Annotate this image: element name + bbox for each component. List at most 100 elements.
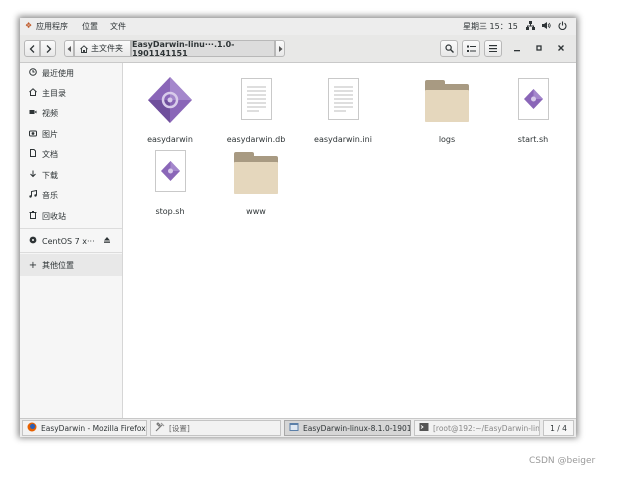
chevron-left-icon	[29, 44, 34, 53]
workspace-label: 1 / 4	[550, 423, 567, 433]
maximize-button[interactable]	[535, 44, 543, 54]
breadcrumb-home[interactable]: 主文件夹	[74, 40, 131, 57]
back-button[interactable]	[24, 40, 40, 57]
triangle-left-icon	[67, 45, 71, 52]
sidebar-item-label: 主目录	[42, 88, 66, 98]
camera-icon	[28, 129, 38, 139]
sidebar-item-videos[interactable]: 视频	[20, 103, 122, 123]
files-icon	[289, 422, 299, 434]
firefox-icon	[27, 422, 37, 434]
sidebar-divider	[20, 228, 122, 229]
plus-icon: +	[28, 259, 38, 271]
file-item[interactable]: stop.sh	[135, 147, 205, 222]
sidebar-item-label: 音乐	[42, 190, 58, 200]
files-menu[interactable]: 文件	[110, 21, 126, 32]
close-button[interactable]	[557, 44, 565, 54]
file-item[interactable]: easydarwin.ini	[308, 75, 378, 150]
window-list: EasyDarwin - Mozilla Firefox [设置] EasyDa…	[20, 418, 576, 437]
sidebar-item-label: CentOS 7 x···	[42, 236, 95, 246]
path-scroll-right-button[interactable]	[275, 40, 285, 57]
video-icon	[28, 108, 38, 118]
executable-icon	[148, 77, 192, 123]
clock-icon	[28, 68, 38, 78]
search-button[interactable]	[440, 40, 458, 57]
eject-icon[interactable]	[103, 236, 111, 246]
file-manager-window: ❖ 应用程序 位置 文件 星期三 15：15 主文件夹 EasyDarwin-l…	[20, 18, 576, 437]
file-name: www	[246, 207, 266, 216]
sidebar-item-trash[interactable]: 回收站	[20, 206, 122, 226]
file-item[interactable]: www	[221, 147, 291, 222]
file-item[interactable]: logs	[412, 75, 482, 150]
header-bar: 主文件夹 EasyDarwin-linu···.1.0-1901141151	[20, 35, 576, 63]
sidebar-divider	[20, 252, 122, 253]
applications-menu[interactable]: 应用程序	[36, 21, 68, 32]
sidebar: 最近使用 主目录 视频 图片 文档 下载 音乐 回收站 CentOS 7 x··…	[20, 63, 123, 418]
close-icon	[558, 45, 564, 51]
task-terminal[interactable]: [root@192:~/EasyDarwin-linux-···	[414, 420, 540, 436]
breadcrumb-home-label: 主文件夹	[91, 44, 123, 53]
breadcrumb-current[interactable]: EasyDarwin-linu···.1.0-1901141151	[131, 39, 275, 58]
file-name: stop.sh	[155, 207, 185, 216]
sidebar-item-label: 下载	[42, 170, 58, 180]
file-name: logs	[438, 135, 456, 144]
script-file-icon	[518, 78, 549, 120]
top-panel: ❖ 应用程序 位置 文件 星期三 15：15	[20, 18, 576, 36]
text-file-icon	[241, 78, 272, 120]
watermark: CSDN @beiger	[529, 456, 596, 466]
breadcrumb-current-label: EasyDarwin-linu···.1.0-1901141151	[132, 39, 235, 58]
folder-icon	[234, 150, 278, 194]
home-icon	[28, 88, 38, 98]
file-item[interactable]: easydarwin.db	[221, 75, 291, 150]
network-icon[interactable]	[526, 21, 535, 32]
task-settings[interactable]: [设置]	[150, 420, 281, 436]
sidebar-item-label: 图片	[42, 129, 58, 139]
view-options-button[interactable]	[462, 40, 480, 57]
sidebar-item-label: 回收站	[42, 211, 66, 221]
minimize-button[interactable]	[513, 44, 521, 54]
sidebar-item-other-locations[interactable]: + 其他位置	[20, 254, 122, 276]
home-icon	[80, 44, 88, 53]
task-label: [root@192:~/EasyDarwin-linux-···	[433, 423, 540, 433]
path-scroll-left-button[interactable]	[64, 40, 74, 57]
sidebar-item-label: 视频	[42, 108, 58, 118]
volume-icon[interactable]	[542, 21, 551, 32]
file-item[interactable]: easydarwin	[135, 75, 205, 150]
sidebar-item-centos-disc[interactable]: CentOS 7 x···	[20, 231, 122, 251]
file-name: easydarwin.ini	[314, 135, 372, 144]
task-label: EasyDarwin-linux-8.1.0-190114···	[303, 423, 410, 433]
text-file-icon	[328, 78, 359, 120]
sidebar-item-label: 最近使用	[42, 68, 74, 78]
file-view: easydarwin easydarwin.db easydarwin.ini …	[123, 63, 576, 418]
settings-icon	[155, 422, 165, 434]
sidebar-item-downloads[interactable]: 下载	[20, 165, 122, 185]
file-name: easydarwin	[147, 135, 193, 144]
file-item[interactable]: start.sh	[498, 75, 568, 150]
chevron-right-icon	[46, 44, 51, 53]
trash-icon	[28, 211, 38, 221]
hamburger-icon	[489, 45, 497, 52]
task-firefox[interactable]: EasyDarwin - Mozilla Firefox	[22, 420, 147, 436]
file-name: easydarwin.db	[226, 135, 286, 144]
sidebar-item-label: 文档	[42, 149, 58, 159]
workspace-switcher[interactable]: 1 / 4	[543, 420, 574, 436]
download-icon	[28, 170, 38, 180]
document-icon	[28, 149, 38, 159]
terminal-icon	[419, 422, 429, 434]
power-icon[interactable]	[558, 21, 567, 32]
task-files[interactable]: EasyDarwin-linux-8.1.0-190114···	[284, 420, 411, 436]
menu-button[interactable]	[484, 40, 502, 57]
forward-button[interactable]	[40, 40, 56, 57]
task-label: EasyDarwin - Mozilla Firefox	[41, 423, 146, 433]
sidebar-item-pictures[interactable]: 图片	[20, 124, 122, 144]
disc-icon	[28, 236, 38, 246]
sidebar-item-recent[interactable]: 最近使用	[20, 63, 122, 83]
sidebar-item-home[interactable]: 主目录	[20, 83, 122, 103]
sidebar-item-label: 其他位置	[42, 260, 74, 270]
clock[interactable]: 星期三 15：15	[463, 21, 518, 32]
task-label: [设置]	[169, 423, 190, 433]
triangle-right-icon	[278, 45, 282, 52]
sidebar-item-documents[interactable]: 文档	[20, 144, 122, 164]
file-name: start.sh	[517, 135, 549, 144]
places-menu[interactable]: 位置	[82, 21, 98, 32]
sidebar-item-music[interactable]: 音乐	[20, 185, 122, 205]
